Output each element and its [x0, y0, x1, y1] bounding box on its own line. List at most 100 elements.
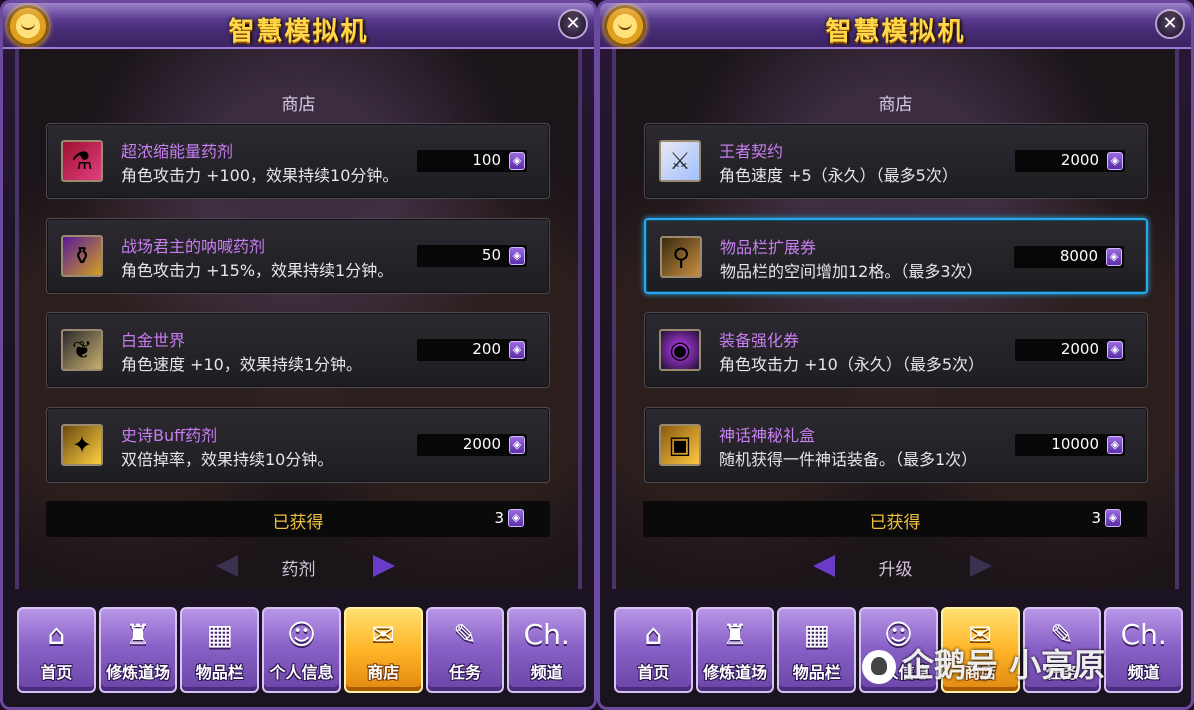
nav-shop-button[interactable]: ✉ 商店	[343, 607, 423, 693]
next-page-arrow-icon[interactable]	[373, 555, 395, 577]
nav-dojo-button[interactable]: ♜ 修炼道场	[695, 607, 775, 693]
nav-label: 修炼道场	[106, 663, 171, 682]
nav-label: 任务	[448, 663, 481, 682]
category-pager: 升级	[600, 551, 1191, 581]
item-price: 2000	[1060, 151, 1099, 169]
dojo-icon: ♜	[722, 618, 748, 651]
obtained-label: 已获得	[272, 513, 324, 533]
nav-label: 个人信息	[269, 663, 334, 682]
section-title: 商店	[878, 95, 913, 115]
section-title: 商店	[281, 95, 316, 115]
nav-home-button[interactable]: ⌂ 首页	[17, 607, 96, 693]
wings-icon: ❦	[61, 329, 103, 371]
shop-panel-left: 智慧模拟机 ✕ 商店 ⚗ 超浓缩能量药剂 角色攻击力 +100，效果持续10分钟…	[0, 0, 597, 710]
shop-item-selected[interactable]: ⚲ 物品栏扩展券 物品栏的空间增加12格。（最多3次） 8000 ◈	[644, 218, 1148, 294]
coin-icon: ◈	[1107, 436, 1123, 454]
nav-channel-button[interactable]: Ch. 频道	[1104, 607, 1184, 693]
item-price: 2000	[1060, 340, 1099, 358]
nav-channel-button[interactable]: Ch. 频道	[507, 607, 587, 693]
item-desc: 角色速度 +5（永久）（最多5次）	[719, 166, 958, 185]
gem-icon: ◉	[659, 329, 701, 371]
home-icon: ⌂	[47, 618, 66, 651]
window-title: 智慧模拟机	[825, 17, 966, 47]
nav-label: 首页	[40, 663, 73, 682]
item-price: 200	[472, 340, 501, 358]
item-name: 神话神秘礼盒	[719, 426, 816, 445]
coin-icon: ◈	[509, 152, 525, 170]
swords-icon: ⚔	[659, 140, 701, 182]
obtained-label: 已获得	[869, 513, 921, 533]
item-desc: 角色速度 +10，效果持续1分钟。	[121, 355, 363, 374]
close-button[interactable]: ✕	[1155, 9, 1185, 39]
item-name: 王者契约	[719, 142, 784, 161]
shop-icon: ✉	[371, 618, 395, 651]
watermark-text: 企鹅号 小亮原	[902, 646, 1106, 684]
shop-item[interactable]: ▣ 神话神秘礼盒 随机获得一件神话装备。（最多1次） 10000 ◈	[644, 407, 1148, 483]
coin-icon: ◈	[508, 509, 524, 527]
watermark: 企鹅号 小亮原	[862, 640, 1105, 686]
nav-profile-button[interactable]: ☺ 个人信息	[262, 607, 341, 693]
quest-icon: ✎	[453, 618, 477, 651]
chest-icon: ▣	[659, 424, 701, 466]
obtained-bar: 已获得 3 ◈	[643, 501, 1147, 537]
nav-label: 商店	[367, 663, 400, 682]
penguin-icon	[862, 650, 896, 684]
price-box: 2000 ◈	[1015, 339, 1125, 361]
item-price: 2000	[462, 435, 501, 453]
titlebar: 智慧模拟机 ✕	[3, 3, 594, 49]
item-desc: 角色攻击力 +100，效果持续10分钟。	[121, 166, 399, 185]
potion-red-icon: ⚗	[61, 140, 103, 182]
item-name: 物品栏扩展券	[720, 238, 817, 257]
channel-icon: Ch.	[1120, 618, 1167, 651]
coin-icon: ◈	[1107, 152, 1123, 170]
nav-label: 修炼道场	[703, 663, 768, 682]
item-name: 白金世界	[121, 331, 186, 350]
item-price: 10000	[1051, 435, 1099, 453]
nav-label: 频道	[1127, 663, 1160, 682]
shop-item[interactable]: ⚱ 战场君主的呐喊药剂 角色攻击力 +15%，效果持续1分钟。 50 ◈	[46, 218, 550, 294]
potion-gold-icon: ✦	[61, 424, 103, 466]
close-button[interactable]: ✕	[558, 9, 588, 39]
price-box: 8000 ◈	[1014, 246, 1124, 268]
item-desc: 随机获得一件神话装备。（最多1次）	[719, 450, 978, 469]
nav-dojo-button[interactable]: ♜ 修炼道场	[98, 607, 178, 693]
item-price: 50	[481, 246, 501, 264]
window-title: 智慧模拟机	[228, 17, 369, 47]
coin-icon: ◈	[509, 247, 525, 265]
nav-label: 物品栏	[195, 663, 244, 682]
bottom-nav: ⌂ 首页 ♜ 修炼道场 ▦ 物品栏 ☺ 个人信息 ✉ 商店 ✎ 任务 Ch. 频…	[17, 607, 587, 693]
nav-home-button[interactable]: ⌂ 首页	[614, 607, 693, 693]
profile-icon: ☺	[286, 618, 317, 651]
obtained-bar: 已获得 3 ◈	[46, 501, 550, 537]
obtained-count: 3	[1091, 509, 1101, 527]
dojo-icon: ♜	[125, 618, 151, 651]
category-label: 药剂	[281, 560, 316, 580]
coin-icon: ◈	[1105, 509, 1121, 527]
shop-item[interactable]: ◉ 装备强化券 角色攻击力 +10（永久）（最多5次） 2000 ◈	[644, 312, 1148, 388]
nav-quest-button[interactable]: ✎ 任务	[425, 607, 505, 693]
price-box: 100 ◈	[417, 150, 527, 172]
category-label: 升级	[878, 560, 913, 580]
nav-label: 频道	[530, 663, 563, 682]
price-box: 2000 ◈	[417, 434, 527, 456]
item-desc: 双倍掉率，效果持续10分钟。	[121, 450, 334, 469]
nav-label: 物品栏	[792, 663, 841, 682]
shop-item[interactable]: ⚗ 超浓缩能量药剂 角色攻击力 +100，效果持续10分钟。 100 ◈	[46, 123, 550, 199]
nav-inventory-button[interactable]: ▦ 物品栏	[180, 607, 260, 693]
potion-purple-icon: ⚱	[61, 235, 103, 277]
item-desc: 角色攻击力 +10（永久）（最多5次）	[719, 355, 985, 374]
nav-inventory-button[interactable]: ▦ 物品栏	[777, 607, 857, 693]
bag-icon: ⚲	[660, 236, 702, 278]
shop-item[interactable]: ⚔ 王者契约 角色速度 +5（永久）（最多5次） 2000 ◈	[644, 123, 1148, 199]
shop-item[interactable]: ❦ 白金世界 角色速度 +10，效果持续1分钟。 200 ◈	[46, 312, 550, 388]
home-icon: ⌂	[644, 618, 663, 651]
inventory-icon: ▦	[206, 618, 234, 651]
titlebar: 智慧模拟机 ✕	[600, 3, 1191, 49]
next-page-arrow-icon[interactable]	[970, 555, 992, 577]
item-name: 史诗Buff药剂	[121, 426, 218, 445]
shop-item[interactable]: ✦ 史诗Buff药剂 双倍掉率，效果持续10分钟。 2000 ◈	[46, 407, 550, 483]
coin-icon: ◈	[509, 341, 525, 359]
price-box: 200 ◈	[417, 339, 527, 361]
price-box: 2000 ◈	[1015, 150, 1125, 172]
nav-label: 首页	[637, 663, 670, 682]
